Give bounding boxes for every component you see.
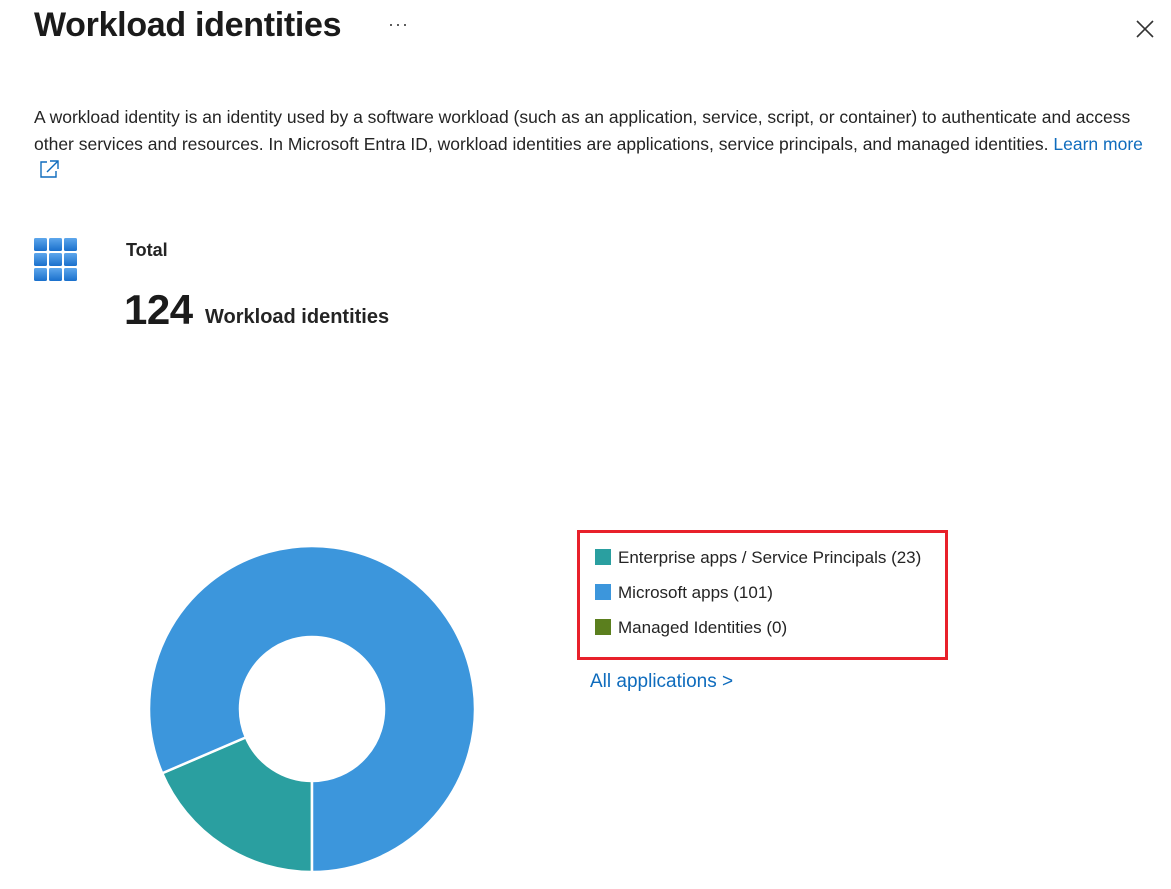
legend-item-managed-identities[interactable]: Managed Identities (0) bbox=[595, 618, 787, 638]
legend-swatch bbox=[595, 549, 611, 565]
legend-highlight-box: Enterprise apps / Service Principals (23… bbox=[577, 530, 948, 660]
all-applications-link[interactable]: All applications > bbox=[590, 671, 733, 693]
page-title: Workload identities bbox=[34, 6, 342, 44]
total-label: Total bbox=[126, 240, 168, 260]
total-unit: Workload identities bbox=[205, 306, 390, 328]
legend-label: Microsoft apps (101) bbox=[618, 583, 773, 602]
learn-more-label[interactable]: Learn more bbox=[1053, 134, 1143, 154]
more-options-button[interactable]: ··· bbox=[388, 14, 409, 35]
donut-chart[interactable] bbox=[148, 545, 476, 873]
legend-swatch bbox=[595, 619, 611, 635]
close-button[interactable] bbox=[1134, 18, 1156, 40]
legend-item-microsoft-apps[interactable]: Microsoft apps (101) bbox=[595, 583, 773, 603]
legend-label: Enterprise apps / Service Principals (23… bbox=[618, 548, 922, 567]
legend-item-enterprise-apps[interactable]: Enterprise apps / Service Principals (23… bbox=[595, 548, 921, 568]
grid-apps-icon bbox=[34, 238, 78, 282]
total-count: 124 bbox=[124, 286, 193, 333]
description-text: A workload identity is an identity used … bbox=[34, 107, 1131, 154]
close-icon bbox=[1136, 20, 1154, 38]
description: A workload identity is an identity used … bbox=[34, 104, 1159, 185]
open-in-new-icon bbox=[40, 160, 59, 178]
legend-label: Managed Identities (0) bbox=[618, 618, 788, 637]
legend-swatch bbox=[595, 584, 611, 600]
